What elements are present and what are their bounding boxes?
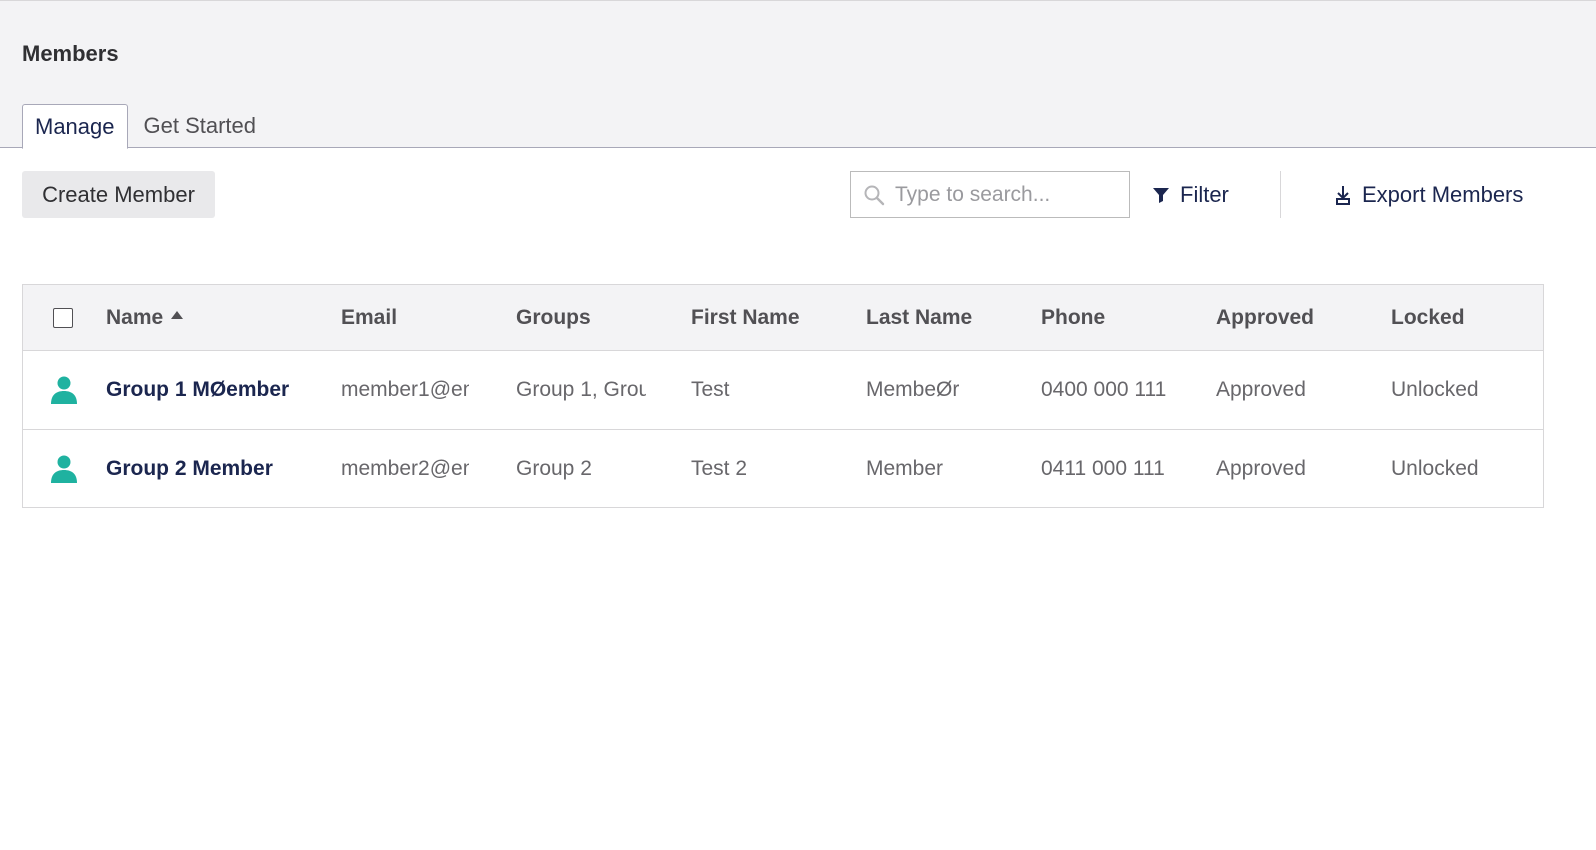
member-approved-status: Approved [1216,456,1306,480]
table-header-row: Name Email Groups First Name Last Name P… [23,285,1543,351]
page-header: Members Manage Get Started [0,0,1596,149]
export-label: Export Members [1362,181,1524,207]
tab-manage[interactable]: Manage [22,104,128,149]
filter-label: Filter [1180,181,1229,207]
toolbar-divider [1280,171,1281,218]
column-header-last-name[interactable]: Last Name [866,306,972,330]
members-table: Name Email Groups First Name Last Name P… [22,284,1544,508]
member-email: member2@em [341,456,469,480]
select-all-cell [53,307,73,328]
column-header-phone[interactable]: Phone [1041,306,1105,330]
filter-button[interactable]: Filter [1152,171,1229,218]
create-member-button[interactable]: Create Member [22,171,215,218]
tab-bar: Manage Get Started [22,104,268,149]
member-groups: Group 1, Grou [516,378,646,401]
member-locked-status: Unlocked [1391,456,1479,480]
member-email: member1@em [341,378,469,401]
table-row[interactable]: Group 2 Member member2@em Group 2 Test 2… [23,429,1543,507]
search-icon [863,184,885,206]
member-last-name: Member [866,456,944,480]
download-icon [1334,184,1352,206]
page-title: Members [22,41,119,66]
column-header-locked[interactable]: Locked [1391,306,1465,330]
column-header-name[interactable]: Name [106,305,184,330]
column-header-email[interactable]: Email [341,306,469,330]
member-phone: 0411 000 111 [1041,456,1165,480]
member-locked-status: Unlocked [1391,378,1479,401]
member-last-name: MembeØr [866,378,960,401]
table-row[interactable]: Group 1 MØember member1@em Group 1, Grou… [23,351,1543,429]
column-header-name-label: Name [106,305,164,329]
member-first-name: Test 2 [691,456,748,480]
column-header-first-name[interactable]: First Name [691,306,800,330]
member-icon[interactable] [49,454,79,484]
member-first-name: Test [691,378,730,401]
member-name[interactable]: Group 2 Member [106,457,273,481]
sort-ascending-icon [171,310,184,319]
export-members-button[interactable]: Export Members [1334,171,1523,218]
search-box[interactable] [850,171,1130,218]
member-icon[interactable] [49,375,79,405]
select-all-checkbox[interactable] [53,307,73,328]
member-approved-status: Approved [1216,378,1306,401]
member-phone: 0400 000 111 [1041,378,1167,401]
filter-icon [1152,186,1170,204]
tab-get-started[interactable]: Get Started [128,104,269,149]
column-header-approved[interactable]: Approved [1216,306,1314,330]
member-name[interactable]: Group 1 MØember [106,378,289,402]
member-groups: Group 2 [516,456,592,480]
search-input[interactable] [895,182,1115,207]
column-header-groups[interactable]: Groups [516,306,646,330]
